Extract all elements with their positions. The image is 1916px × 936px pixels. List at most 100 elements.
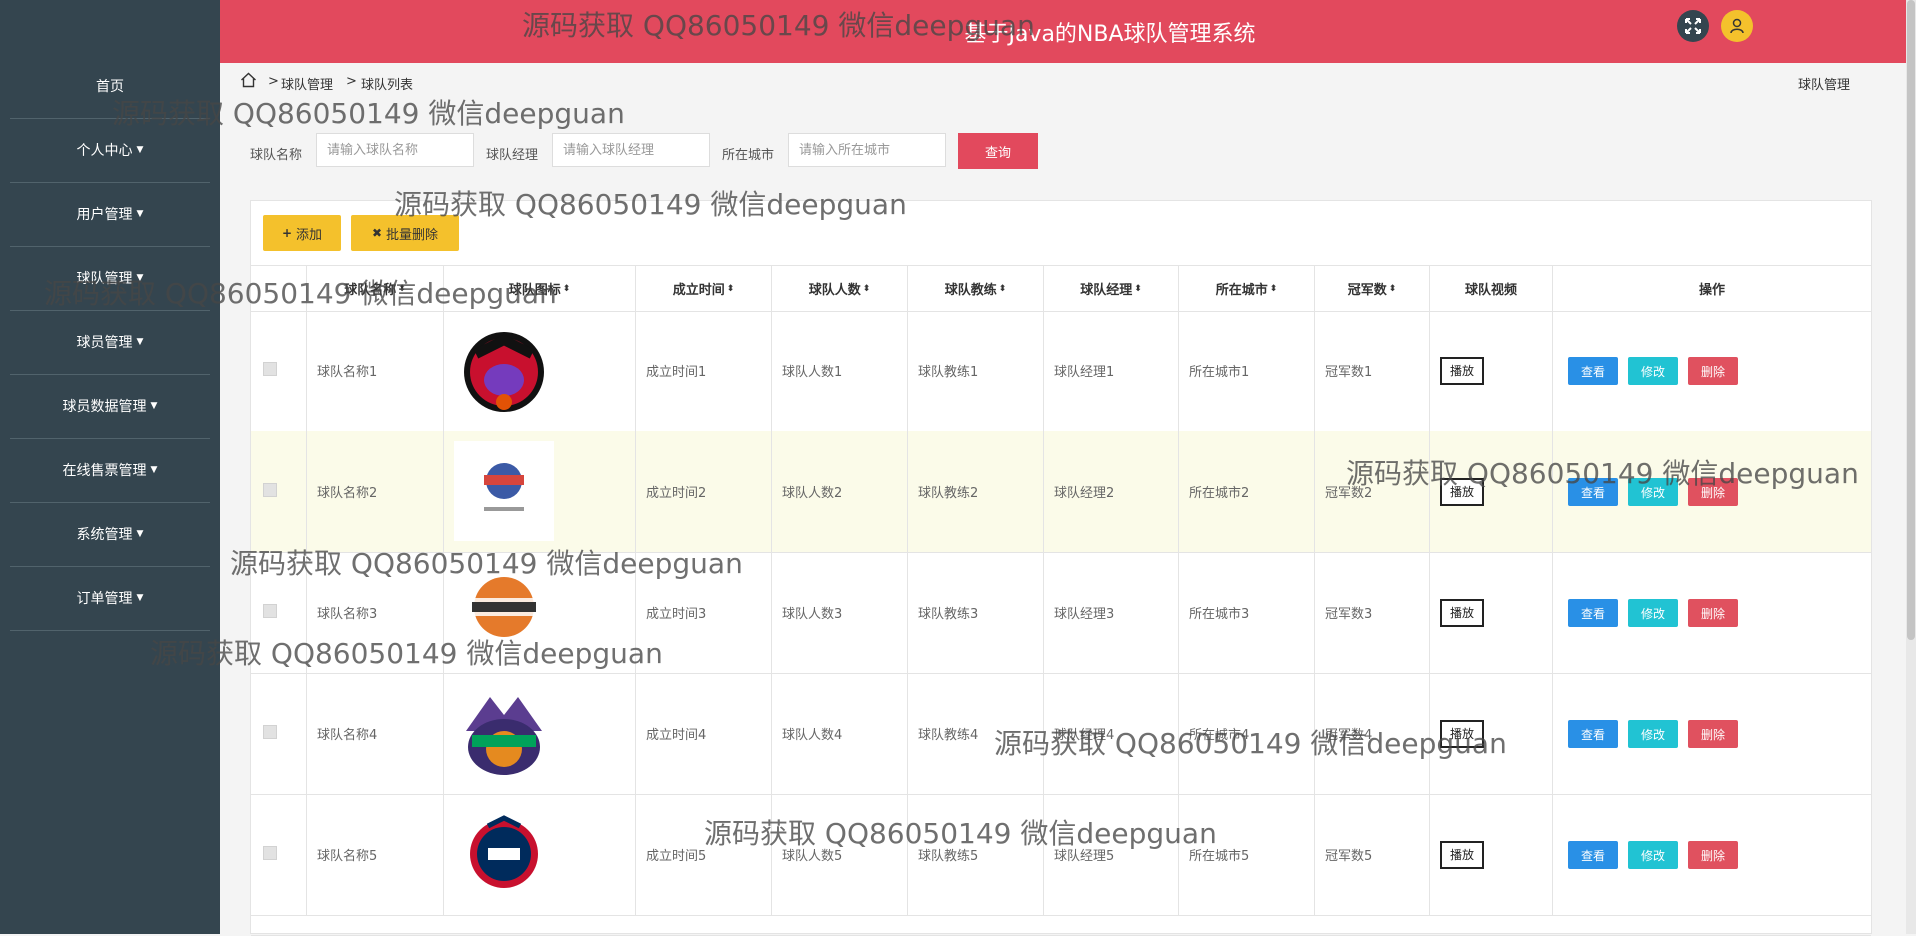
column-header: 球队视频 bbox=[1429, 266, 1552, 311]
manager-cell: 球队经理3 bbox=[1043, 552, 1178, 673]
fullscreen-icon[interactable] bbox=[1677, 10, 1709, 42]
sidebar-item-label: 在线售票管理 bbox=[62, 463, 147, 479]
column-header[interactable]: 球队人数 ⬍ bbox=[771, 266, 907, 311]
sidebar-item-home[interactable]: 首页 bbox=[10, 54, 210, 119]
edit-button[interactable]: 修改 bbox=[1628, 841, 1678, 869]
play-video-button[interactable]: 播放 bbox=[1440, 356, 1484, 385]
jazz-logo bbox=[454, 683, 554, 783]
breadcrumb-item-team-management[interactable]: 球队管理 bbox=[281, 74, 333, 93]
delete-button[interactable]: 删除 bbox=[1688, 357, 1738, 385]
row-checkbox[interactable] bbox=[263, 604, 277, 618]
page-scrollbar-thumb[interactable] bbox=[1907, 0, 1915, 640]
city-cell: 所在城市2 bbox=[1178, 431, 1314, 552]
column-header[interactable]: 球队图标 ⬍ bbox=[443, 266, 635, 311]
manager-cell: 球队经理2 bbox=[1043, 431, 1178, 552]
coach-cell: 球队教练1 bbox=[907, 310, 1043, 431]
play-video-button[interactable]: 播放 bbox=[1440, 598, 1484, 627]
sidebar: 首页 个人中心 ▼ 用户管理 ▼ 球队管理 ▼ 球员管理 ▼ 球员数据管理 ▼ 在线售票管… bbox=[0, 0, 220, 934]
players-cell: 球队人数4 bbox=[771, 673, 907, 794]
column-header-label: 所在城市 bbox=[1215, 283, 1268, 298]
row-checkbox[interactable] bbox=[263, 846, 277, 860]
sort-icon: ⬍ bbox=[862, 283, 871, 294]
team-table-panel: + 添加 ✖ 批量删除 球队名称 ⬍ 球队图标 ⬍ 成立时间 ⬍ 球队人数 ⬍ 球队教练 ⬍ … bbox=[250, 200, 1872, 936]
sort-icon: ⬍ bbox=[1134, 283, 1142, 294]
play-video-button[interactable]: 播放 bbox=[1440, 840, 1484, 869]
add-button[interactable]: + 添加 bbox=[263, 215, 341, 251]
times-icon: ✖ bbox=[371, 226, 383, 240]
column-header-label: 球队图标 bbox=[508, 283, 561, 298]
caret-down-icon: ▼ bbox=[136, 209, 144, 219]
coach-cell: 球队教练4 bbox=[907, 673, 1043, 794]
sidebar-item-label: 球员数据管理 bbox=[62, 399, 147, 415]
view-button[interactable]: 查看 bbox=[1568, 357, 1618, 385]
team-name-cell: 球队名称1 bbox=[306, 310, 443, 431]
column-header[interactable]: 冠军数 ⬍ bbox=[1314, 266, 1429, 311]
query-button[interactable]: 查询 bbox=[958, 133, 1038, 169]
user-avatar-icon[interactable] bbox=[1721, 10, 1753, 42]
sidebar-item-label: 用户管理 bbox=[76, 207, 133, 223]
view-button[interactable]: 查看 bbox=[1568, 478, 1618, 506]
sidebar-item-user-management[interactable]: 用户管理 ▼ bbox=[10, 182, 210, 247]
view-button[interactable]: 查看 bbox=[1568, 720, 1618, 748]
column-header-label: 球队教练 bbox=[944, 283, 997, 298]
caret-down-icon: ▼ bbox=[136, 337, 144, 347]
sidebar-item-player-data-management[interactable]: 球员数据管理 ▼ bbox=[10, 374, 210, 439]
row-checkbox[interactable] bbox=[263, 725, 277, 739]
row-checkbox[interactable] bbox=[263, 362, 277, 376]
play-video-button[interactable]: 播放 bbox=[1440, 719, 1484, 748]
team-manager-input[interactable] bbox=[552, 133, 710, 167]
edit-button[interactable]: 修改 bbox=[1628, 720, 1678, 748]
titles-cell: 冠军数3 bbox=[1314, 552, 1429, 673]
city-cell: 所在城市1 bbox=[1178, 310, 1314, 431]
delete-button[interactable]: 删除 bbox=[1688, 599, 1738, 627]
breadcrumb: > 球队管理 > 球队列表 球队管理 bbox=[240, 72, 1904, 94]
row-checkbox[interactable] bbox=[263, 483, 277, 497]
table-row: 球队名称4 成立时间4 球队人数4 球队教练4 球队经理4 所在城市4 冠军数4… bbox=[251, 673, 1871, 795]
app-title: 基于Java的NBA球队管理系统 bbox=[964, 22, 1256, 47]
delete-button[interactable]: 删除 bbox=[1688, 478, 1738, 506]
column-header[interactable]: 所在城市 ⬍ bbox=[1178, 266, 1314, 311]
sidebar-item-system-management[interactable]: 系统管理 ▼ bbox=[10, 502, 210, 567]
column-header[interactable]: 球队教练 ⬍ bbox=[907, 266, 1043, 311]
team-name-cell: 球队名称2 bbox=[306, 431, 443, 552]
column-header: 操作 bbox=[1552, 266, 1871, 311]
play-video-button[interactable]: 播放 bbox=[1440, 477, 1484, 506]
view-button[interactable]: 查看 bbox=[1568, 841, 1618, 869]
city-input[interactable] bbox=[788, 133, 946, 167]
add-button-label: 添加 bbox=[296, 227, 323, 243]
sidebar-item-ticket-management[interactable]: 在线售票管理 ▼ bbox=[10, 438, 210, 503]
sort-icon: ⬍ bbox=[562, 283, 571, 294]
sidebar-item-order-management[interactable]: 订单管理 ▼ bbox=[10, 566, 210, 631]
home-icon[interactable] bbox=[240, 72, 257, 92]
city-cell: 所在城市3 bbox=[1178, 552, 1314, 673]
delete-button[interactable]: 删除 bbox=[1688, 841, 1738, 869]
sidebar-item-personal-center[interactable]: 个人中心 ▼ bbox=[10, 118, 210, 183]
manager-cell: 球队经理5 bbox=[1043, 794, 1178, 915]
batch-delete-button[interactable]: ✖ 批量删除 bbox=[351, 215, 459, 251]
team-manager-label: 球队经理 bbox=[486, 148, 539, 163]
edit-button[interactable]: 修改 bbox=[1628, 478, 1678, 506]
delete-button[interactable]: 删除 bbox=[1688, 720, 1738, 748]
column-header[interactable]: 球队名称 ⬍ bbox=[306, 266, 443, 311]
players-cell: 球队人数1 bbox=[771, 310, 907, 431]
manager-cell: 球队经理4 bbox=[1043, 673, 1178, 794]
edit-button[interactable]: 修改 bbox=[1628, 357, 1678, 385]
players-cell: 球队人数2 bbox=[771, 431, 907, 552]
titles-cell: 冠军数1 bbox=[1314, 310, 1429, 431]
top-header: 基于Java的NBA球队管理系统 bbox=[220, 0, 1906, 63]
column-header[interactable]: 成立时间 ⬍ bbox=[635, 266, 771, 311]
sidebar-item-label: 订单管理 bbox=[76, 591, 133, 607]
league-logo bbox=[454, 441, 554, 541]
table-row: 球队名称3 成立时间3 球队人数3 球队教练3 球队经理3 所在城市3 冠军数3… bbox=[251, 552, 1871, 674]
batch-delete-button-label: 批量删除 bbox=[386, 227, 439, 243]
raptors-logo bbox=[454, 320, 554, 420]
founded-cell: 成立时间3 bbox=[635, 552, 771, 673]
edit-button[interactable]: 修改 bbox=[1628, 599, 1678, 627]
team-name-input[interactable] bbox=[316, 133, 474, 167]
sidebar-item-player-management[interactable]: 球员管理 ▼ bbox=[10, 310, 210, 375]
founded-cell: 成立时间1 bbox=[635, 310, 771, 431]
sidebar-item-label: 个人中心 bbox=[76, 143, 133, 159]
column-header[interactable]: 球队经理 ⬍ bbox=[1043, 266, 1178, 311]
view-button[interactable]: 查看 bbox=[1568, 599, 1618, 627]
sidebar-item-team-management[interactable]: 球队管理 ▼ bbox=[10, 246, 210, 311]
